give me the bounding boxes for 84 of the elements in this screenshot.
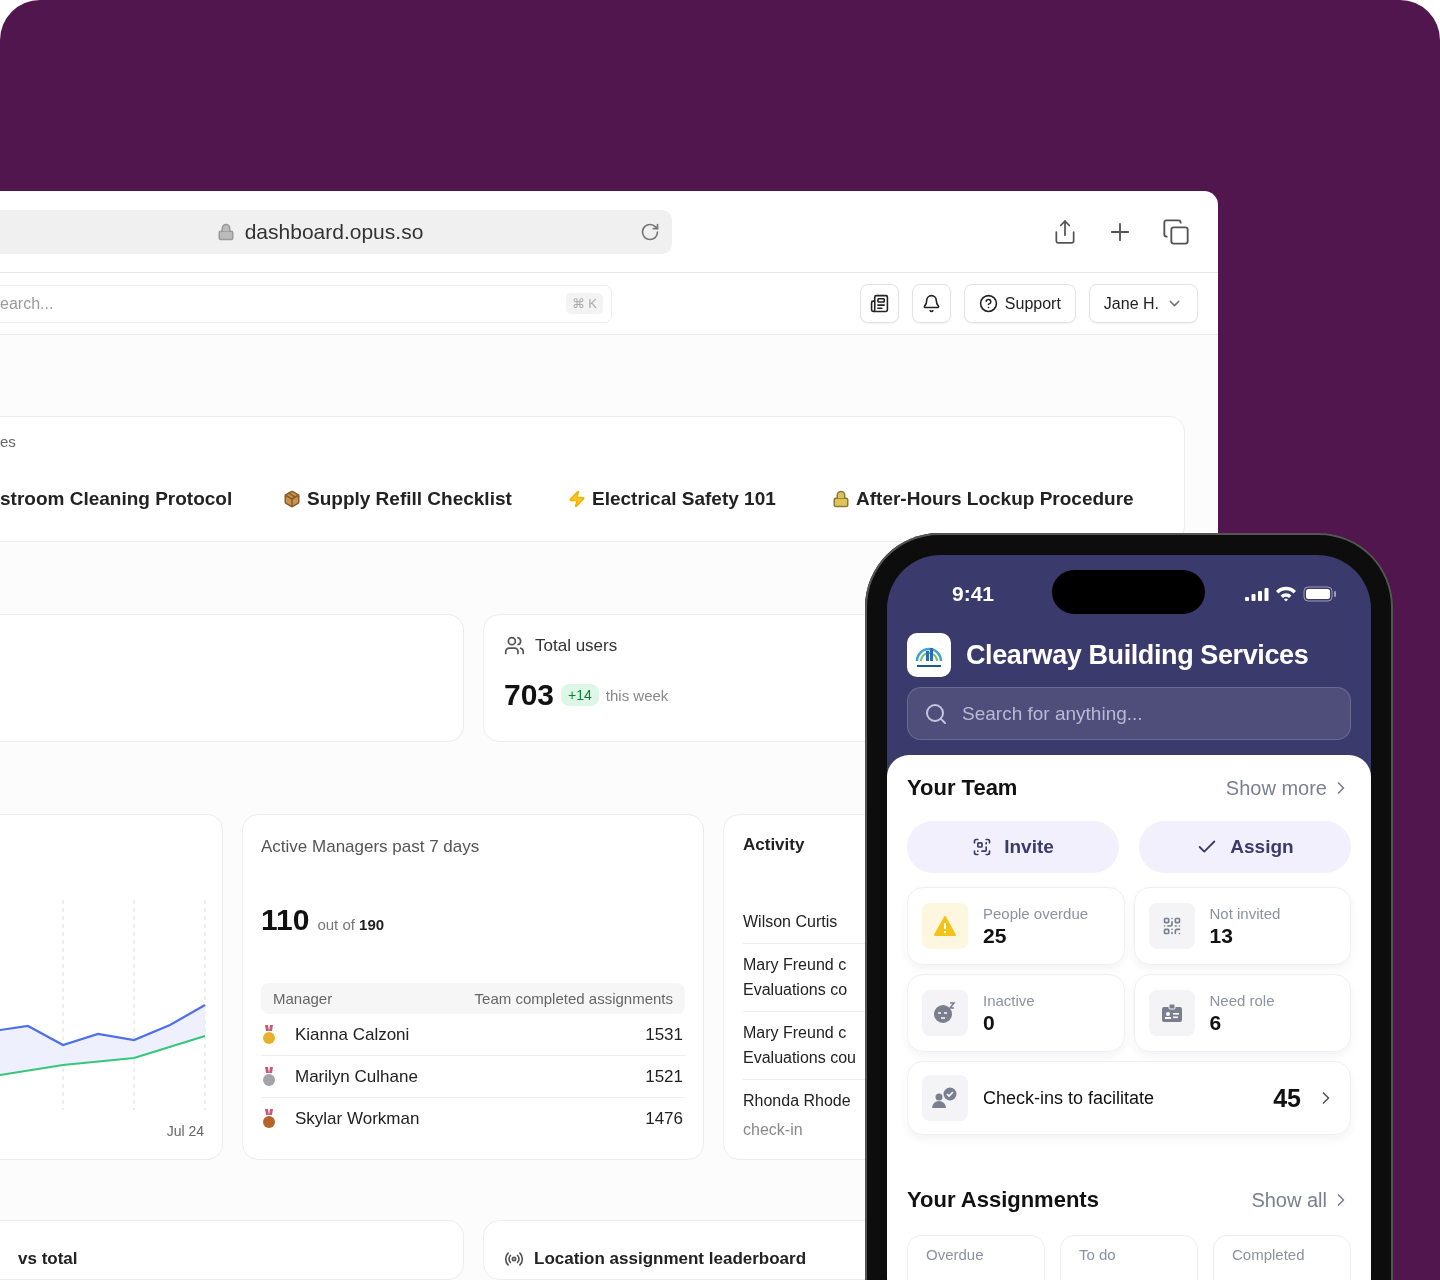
- action-button[interactable]: Assign: [1139, 821, 1351, 873]
- axis-label: Jul 24: [166, 1123, 204, 1139]
- lightning-icon: [568, 490, 586, 508]
- stat-label: Not invited: [1209, 904, 1281, 922]
- user-menu-button[interactable]: Jane H.: [1088, 284, 1198, 324]
- news-button[interactable]: [859, 284, 899, 324]
- table-cell: 1531: [645, 1024, 683, 1045]
- wifi-icon: [1275, 586, 1297, 602]
- activity-text: Evaluations co: [743, 980, 849, 1000]
- course-link[interactable]: Electrical Safety 101: [568, 488, 832, 510]
- check-ins-row[interactable]: Check-ins to facilitate 45: [907, 1061, 1351, 1135]
- card-title: Activity: [743, 835, 806, 855]
- person-check-icon: [932, 1087, 958, 1109]
- radio-waves-icon: [504, 1249, 524, 1269]
- users-icon: [504, 635, 525, 656]
- total-label: out of 190: [317, 916, 385, 933]
- lock-icon: [832, 490, 850, 508]
- bell-icon: [921, 294, 941, 314]
- course-link[interactable]: After-Hours Lockup Procedure: [832, 488, 1152, 510]
- shortcut-hint: ⌘ K: [565, 293, 603, 315]
- stat-label: Need role: [1209, 991, 1275, 1009]
- show-all-link[interactable]: Show all: [1251, 1188, 1351, 1212]
- column-header: Manager: [273, 990, 333, 1007]
- card-title: Active Managers past 7 days: [261, 837, 481, 857]
- reload-icon[interactable]: [640, 221, 660, 242]
- stat-tile[interactable]: People overdue 25: [907, 887, 1125, 965]
- help-icon: [978, 294, 998, 314]
- signal-icon: [1245, 587, 1269, 601]
- stat-tile[interactable]: Inactive 0: [907, 974, 1125, 1052]
- column-header: Team completed assignments: [474, 990, 673, 1007]
- activity-text: Evaluations cou: [743, 1048, 857, 1068]
- search-field[interactable]: Search for anything...: [907, 687, 1351, 740]
- activity-text: Mary Freund c: [743, 955, 848, 975]
- stat-label: People overdue: [983, 904, 1089, 922]
- warning-icon: [934, 916, 956, 936]
- support-button[interactable]: Support: [963, 284, 1076, 324]
- box-icon: [283, 490, 301, 508]
- period-label: this week: [605, 686, 669, 704]
- table-cell: Marilyn Culhane: [295, 1066, 418, 1087]
- stat-label: Total users: [535, 635, 618, 656]
- lock-icon: [216, 222, 235, 241]
- stat-value: 6: [1209, 1010, 1223, 1035]
- row-label: Check-ins to facilitate: [983, 1087, 1155, 1109]
- address-bar[interactable]: dashboard.opus.so: [0, 209, 672, 254]
- share-icon[interactable]: [1052, 218, 1078, 245]
- course-link[interactable]: Supply Refill Checklist: [283, 488, 568, 510]
- activity-text: Mary Freund c: [743, 1023, 848, 1043]
- table-cell: 1521: [645, 1066, 683, 1087]
- stat-value: 25: [983, 923, 1008, 948]
- stat-value: 703: [504, 678, 555, 712]
- notifications-button[interactable]: [911, 284, 951, 324]
- table-cell: Kianna Calzoni: [295, 1024, 410, 1045]
- stat-tile[interactable]: Need role 6: [1133, 974, 1351, 1052]
- company-logo: [907, 633, 951, 677]
- stat-value: 0: [983, 1010, 996, 1035]
- stat-tile[interactable]: Not invited 13: [1133, 887, 1351, 965]
- activity-detail: check-in: [743, 1121, 804, 1139]
- search-icon: [924, 701, 948, 726]
- card-title: vs total: [18, 1249, 78, 1269]
- change-badge: +14: [561, 684, 599, 706]
- sleeping-face-icon: [933, 1001, 957, 1025]
- tabs-icon[interactable]: [1162, 217, 1190, 246]
- table-cell: 1476: [645, 1109, 683, 1129]
- stat-value: 110: [261, 903, 310, 937]
- section-title: Your Assignments: [907, 1187, 1099, 1213]
- card-title: es: [0, 433, 16, 450]
- id-badge-icon: [1160, 1003, 1183, 1023]
- status-time: 9:41: [952, 582, 995, 606]
- battery-icon: [1303, 586, 1337, 602]
- stat-value: 13: [1209, 923, 1234, 948]
- activity-text: Rhonda Rhode: [743, 1091, 852, 1111]
- scan-icon: [972, 837, 993, 857]
- card-title: Location assignment leaderboard: [534, 1249, 807, 1269]
- row-value: 45: [1273, 1083, 1301, 1113]
- qr-code-icon: [1161, 916, 1182, 936]
- organization-name: Clearway Building Services: [966, 639, 1309, 671]
- newspaper-icon: [869, 294, 889, 314]
- stat-label: Inactive: [983, 991, 1035, 1009]
- table-cell: Skylar Workman: [295, 1109, 420, 1129]
- show-more-link[interactable]: Show more: [1225, 776, 1351, 800]
- section-title: Your Team: [907, 775, 1018, 801]
- action-button[interactable]: Invite: [907, 821, 1119, 873]
- course-link[interactable]: stroom Cleaning Protocol: [0, 488, 283, 510]
- activity-text: Wilson Curtis: [743, 912, 839, 932]
